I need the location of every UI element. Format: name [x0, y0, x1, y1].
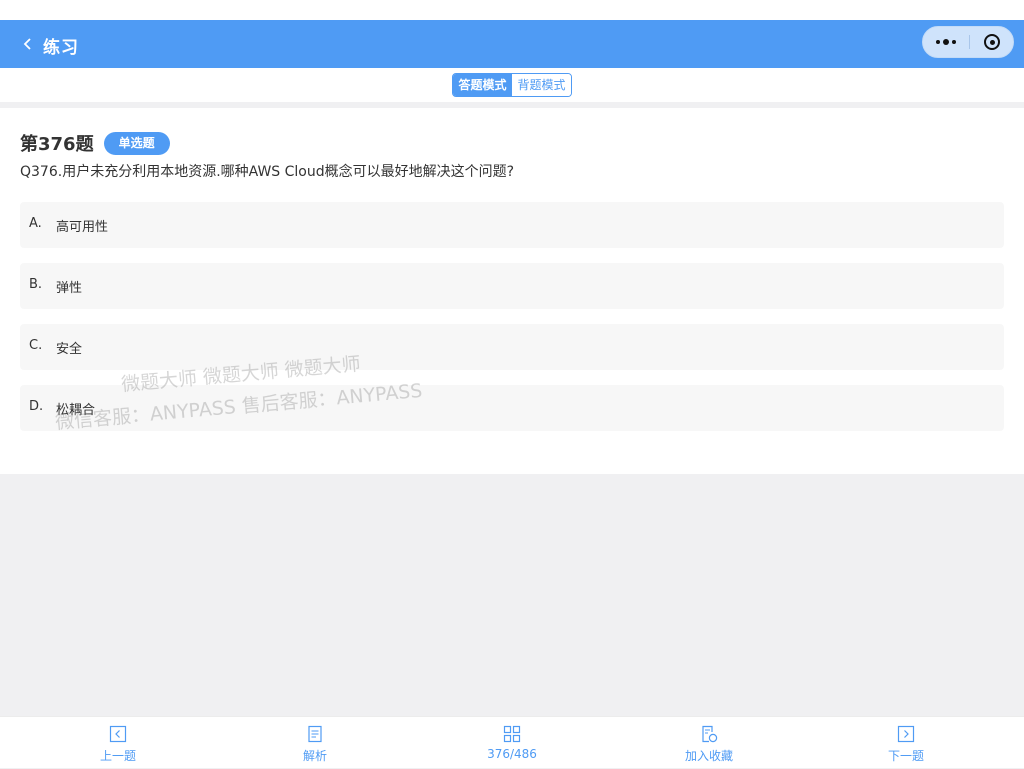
question-text: Q376.用户未充分利用本地资源.哪种AWS Cloud概念可以最好地解决这个问…	[20, 164, 515, 180]
analysis-button[interactable]: 解析	[255, 717, 375, 769]
tab-label: 376/486	[487, 747, 537, 761]
option-letter: A.	[29, 216, 42, 231]
prev-question-button[interactable]: 上一题	[58, 717, 178, 769]
bottom-tab-bar: 上一题 解析 376/486 加入收藏 下一题	[0, 716, 1024, 768]
chevron-right-box-icon	[897, 725, 915, 743]
option-text: 安全	[56, 342, 83, 357]
status-bar	[0, 0, 1024, 20]
option-letter: C.	[29, 338, 43, 353]
nav-bar: 练习	[0, 20, 1024, 68]
mini-program-capsule	[922, 26, 1014, 58]
answer-mode-button[interactable]: 答题模式	[453, 74, 512, 96]
question-number: 第376题	[20, 134, 94, 155]
option-letter: B.	[29, 277, 43, 292]
close-target-icon[interactable]	[970, 27, 1014, 57]
mode-toggle: 答题模式 背题模式	[452, 73, 572, 97]
favorite-doc-icon	[702, 725, 718, 743]
option-b[interactable]: B. 弹性	[20, 263, 1004, 309]
add-favorite-button[interactable]: 加入收藏	[649, 717, 769, 769]
progress-button[interactable]: 376/486	[452, 717, 572, 769]
question-header: 第376题 单选题	[20, 130, 170, 156]
tab-label: 解析	[302, 749, 327, 763]
option-a[interactable]: A. 高可用性	[20, 202, 1004, 248]
document-icon	[308, 725, 322, 743]
page-title: 练习	[43, 38, 79, 58]
question-card: 第376题 单选题 Q376.用户未充分利用本地资源.哪种AWS Cloud概念…	[0, 108, 1024, 474]
recite-mode-button[interactable]: 背题模式	[512, 74, 571, 96]
more-icon[interactable]	[923, 27, 969, 57]
next-question-button[interactable]: 下一题	[846, 717, 966, 769]
back-icon[interactable]	[20, 34, 36, 54]
option-text: 松耦合	[56, 403, 96, 418]
option-c[interactable]: C. 安全	[20, 324, 1004, 370]
chevron-left-box-icon	[109, 725, 127, 743]
option-text: 弹性	[56, 281, 83, 296]
option-d[interactable]: D. 松耦合	[20, 385, 1004, 431]
grid-icon	[503, 725, 521, 743]
tab-label: 加入收藏	[684, 749, 733, 763]
option-text: 高可用性	[56, 220, 109, 235]
mode-bar: 答题模式 背题模式	[0, 68, 1024, 102]
question-type-badge: 单选题	[103, 131, 170, 155]
option-letter: D.	[29, 399, 44, 414]
tab-label: 上一题	[99, 749, 136, 763]
tab-label: 下一题	[887, 749, 924, 763]
